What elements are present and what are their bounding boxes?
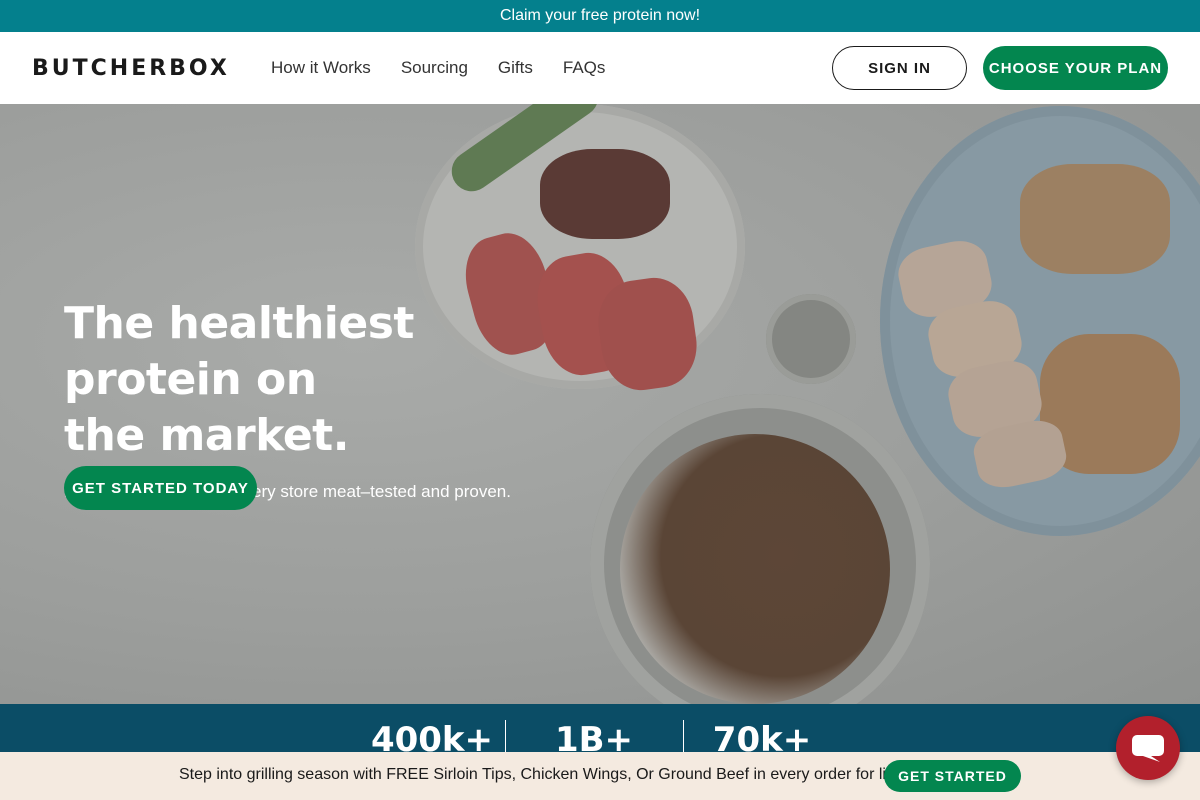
hero-title-line-1: The healthiest protein on — [64, 298, 414, 405]
steak-image — [540, 149, 670, 239]
ground-beef-rice-image — [620, 434, 890, 704]
pork-chop-image — [1020, 164, 1170, 274]
site-header: BUTCHERBOX How it Works Sourcing Gifts F… — [0, 32, 1200, 104]
chat-button[interactable] — [1116, 716, 1180, 780]
choose-plan-button[interactable]: CHOOSE YOUR PLAN — [983, 46, 1168, 90]
salsa-bowl-image — [766, 294, 856, 384]
logo[interactable]: BUTCHERBOX — [32, 56, 230, 81]
get-started-button[interactable]: GET STARTED — [884, 760, 1021, 792]
promo-bar: Claim your free protein now! — [0, 0, 1200, 32]
bottom-promo-text: Step into grilling season with FREE Sirl… — [179, 766, 904, 783]
nav-how-it-works[interactable]: How it Works — [271, 58, 371, 78]
get-started-today-button[interactable]: GET STARTED TODAY — [64, 466, 257, 510]
nav-sourcing[interactable]: Sourcing — [401, 58, 468, 78]
promo-link[interactable]: Claim your free protein now! — [500, 7, 700, 25]
chat-bubble-icon — [1132, 735, 1164, 762]
main-nav: How it Works Sourcing Gifts FAQs — [271, 32, 635, 104]
nav-gifts[interactable]: Gifts — [498, 58, 533, 78]
bottom-promo-banner: Step into grilling season with FREE Sirl… — [0, 752, 1200, 800]
hero-title: The healthiest protein on the market. — [64, 296, 584, 464]
nav-faqs[interactable]: FAQs — [563, 58, 606, 78]
hero-title-line-2: the market. — [64, 410, 349, 461]
sign-in-button[interactable]: SIGN IN — [832, 46, 967, 90]
hero-section: The healthiest protein on the market. Mo… — [0, 104, 1200, 704]
